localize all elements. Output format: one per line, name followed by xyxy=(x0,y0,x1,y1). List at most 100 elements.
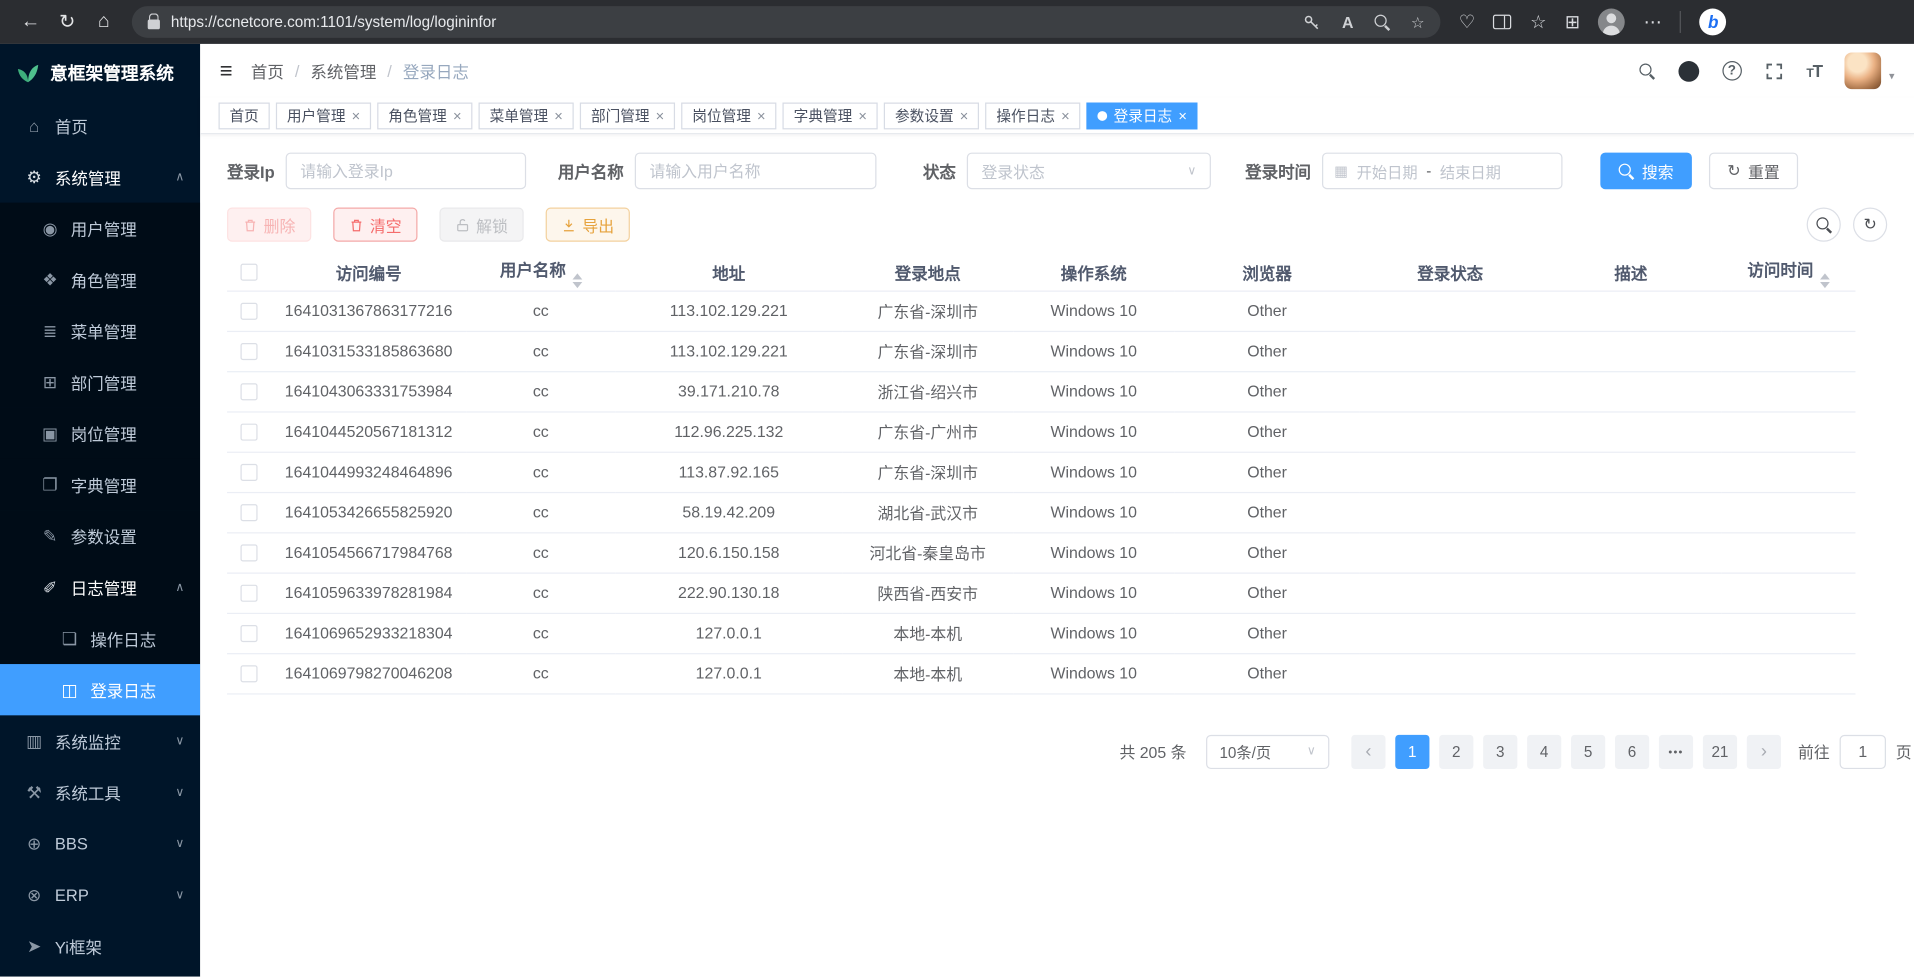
password-key-icon[interactable] xyxy=(1303,13,1321,31)
user-avatar[interactable] xyxy=(1845,52,1882,89)
table-row[interactable]: 1641031533185863680cc113.102.129.221广东省-… xyxy=(227,331,1855,371)
col-username[interactable]: 用户名称 xyxy=(466,254,615,291)
sidebar-item-bbs[interactable]: ⊕BBS∨ xyxy=(0,818,200,869)
search-icon[interactable] xyxy=(1639,63,1655,79)
page-size-select[interactable]: 10条/页 ∨ xyxy=(1206,734,1329,768)
table-row[interactable]: 1641054566717984768cc120.6.150.158河北省-秦皇… xyxy=(227,532,1855,572)
more-menu-icon[interactable]: ⋯ xyxy=(1644,11,1662,33)
github-icon[interactable] xyxy=(1678,60,1699,81)
close-icon[interactable]: × xyxy=(757,108,766,123)
sort-carets-icon[interactable] xyxy=(1819,273,1829,288)
tab-user-mgmt[interactable]: 用户管理× xyxy=(276,102,371,129)
date-range-picker[interactable]: ▦ 开始日期 - 结束日期 xyxy=(1322,153,1562,190)
row-checkbox[interactable] xyxy=(240,424,257,441)
font-size-icon[interactable]: TT xyxy=(1806,61,1821,81)
row-checkbox[interactable] xyxy=(240,384,257,401)
tab-param-settings[interactable]: 参数设置× xyxy=(884,102,979,129)
next-page-button[interactable]: › xyxy=(1747,734,1781,768)
table-row[interactable]: 1641031367863177216cc113.102.129.221广东省-… xyxy=(227,291,1855,331)
favorites-icon[interactable]: ☆ xyxy=(1530,11,1546,33)
close-icon[interactable]: × xyxy=(1061,108,1070,123)
tab-role-mgmt[interactable]: 角色管理× xyxy=(377,102,472,129)
more-pages-button[interactable]: ••• xyxy=(1659,734,1693,768)
username-input[interactable] xyxy=(635,153,877,190)
sidebar-item-home[interactable]: ⌂首页 xyxy=(0,100,200,151)
row-checkbox[interactable] xyxy=(240,343,257,360)
reset-button[interactable]: ↻重置 xyxy=(1709,153,1798,190)
avatar-caret-icon[interactable]: ▾ xyxy=(1889,70,1895,83)
close-icon[interactable]: × xyxy=(352,108,361,123)
table-row[interactable]: 1641053426655825920cc58.19.42.209湖北省-武汉市… xyxy=(227,492,1855,532)
tab-menu-mgmt[interactable]: 菜单管理× xyxy=(479,102,574,129)
sidebar-item-system-tools[interactable]: ⚒系统工具∨ xyxy=(0,767,200,818)
status-select[interactable]: 登录状态 ∨ xyxy=(967,153,1211,190)
tab-dict-mgmt[interactable]: 字典管理× xyxy=(783,102,878,129)
page-button-4[interactable]: 4 xyxy=(1527,734,1561,768)
page-button-21[interactable]: 21 xyxy=(1703,734,1737,768)
profile-avatar[interactable] xyxy=(1598,9,1625,36)
home-icon[interactable]: ⌂ xyxy=(85,5,122,39)
tab-operation-log[interactable]: 操作日志× xyxy=(985,102,1080,129)
page-button-3[interactable]: 3 xyxy=(1483,734,1517,768)
table-row[interactable]: 1641069798270046208cc127.0.0.1本地-本机Windo… xyxy=(227,653,1855,693)
sort-carets-icon[interactable] xyxy=(572,273,582,288)
table-row[interactable]: 1641069652933218304cc127.0.0.1本地-本机Windo… xyxy=(227,613,1855,653)
url-text[interactable]: https://ccnetcore.com:1101/system/log/lo… xyxy=(171,13,496,30)
sidebar-item-login-log[interactable]: ◫登录日志 xyxy=(0,664,200,715)
page-button-6[interactable]: 6 xyxy=(1615,734,1649,768)
breadcrumb-system-mgmt[interactable]: 系统管理 xyxy=(310,59,376,83)
export-button[interactable]: 导出 xyxy=(546,208,630,242)
sidebar-item-log-mgmt[interactable]: ✐日志管理∧ xyxy=(0,562,200,613)
row-checkbox[interactable] xyxy=(240,625,257,642)
prev-page-button[interactable]: ‹ xyxy=(1351,734,1385,768)
sidebar-item-yi-framework[interactable]: ➤Yi框架 xyxy=(0,920,200,971)
close-icon[interactable]: × xyxy=(554,108,563,123)
sidebar-item-dict-mgmt[interactable]: ❐字典管理 xyxy=(0,459,200,510)
row-checkbox[interactable] xyxy=(240,504,257,521)
row-checkbox[interactable] xyxy=(240,464,257,481)
page-button-2[interactable]: 2 xyxy=(1439,734,1473,768)
collections-icon[interactable]: ⊞ xyxy=(1565,11,1580,33)
tab-dept-mgmt[interactable]: 部门管理× xyxy=(580,102,675,129)
delete-button[interactable]: 删除 xyxy=(227,208,311,242)
sidebar-item-param-settings[interactable]: ✎参数设置 xyxy=(0,510,200,561)
close-icon[interactable]: × xyxy=(1178,108,1187,123)
close-icon[interactable]: × xyxy=(858,108,867,123)
row-checkbox[interactable] xyxy=(240,585,257,602)
table-row[interactable]: 1641059633978281984cc222.90.130.18陕西省-西安… xyxy=(227,573,1855,613)
refresh-table-button[interactable]: ↻ xyxy=(1853,208,1887,242)
close-icon[interactable]: × xyxy=(453,108,462,123)
app-logo[interactable]: 意框架管理系统 xyxy=(0,44,200,100)
select-all-checkbox[interactable] xyxy=(240,264,257,281)
unlock-button[interactable]: 解锁 xyxy=(439,208,523,242)
sidebar-item-post-mgmt[interactable]: ▣岗位管理 xyxy=(0,408,200,459)
breadcrumb-home[interactable]: 首页 xyxy=(251,59,284,83)
tab-post-mgmt[interactable]: 岗位管理× xyxy=(681,102,776,129)
fullscreen-icon[interactable] xyxy=(1765,62,1783,80)
sidebar-item-role-mgmt[interactable]: ❖角色管理 xyxy=(0,254,200,305)
address-bar[interactable]: https://ccnetcore.com:1101/system/log/lo… xyxy=(132,6,1441,38)
table-row[interactable]: 1641043063331753984cc39.171.210.78浙江省-绍兴… xyxy=(227,371,1855,411)
sidebar-item-dept-mgmt[interactable]: ⊞部门管理 xyxy=(0,356,200,407)
clear-button[interactable]: 清空 xyxy=(333,208,417,242)
toggle-search-button[interactable] xyxy=(1807,208,1841,242)
row-checkbox[interactable] xyxy=(240,666,257,683)
reload-icon[interactable]: ↻ xyxy=(49,5,86,39)
sidebar-item-erp[interactable]: ⊗ERP∨ xyxy=(0,869,200,920)
tab-home[interactable]: 首页 xyxy=(219,102,270,129)
help-icon[interactable]: ? xyxy=(1722,61,1742,81)
login-ip-input[interactable] xyxy=(286,153,526,190)
row-checkbox[interactable] xyxy=(240,545,257,562)
sidebar-item-system-mgmt[interactable]: ⚙系统管理∧ xyxy=(0,151,200,202)
table-row[interactable]: 1641044520567181312cc112.96.225.132广东省-广… xyxy=(227,411,1855,451)
page-button-1[interactable]: 1 xyxy=(1395,734,1429,768)
goto-page-input[interactable] xyxy=(1840,734,1886,768)
split-screen-icon[interactable] xyxy=(1493,15,1511,30)
close-icon[interactable]: × xyxy=(656,108,665,123)
col-access-time[interactable]: 访问时间 xyxy=(1721,254,1855,291)
copilot-icon[interactable]: b xyxy=(1700,9,1727,36)
read-aloud-icon[interactable]: A xyxy=(1342,13,1353,31)
sidebar-item-user-mgmt[interactable]: ◉用户管理 xyxy=(0,203,200,254)
row-checkbox[interactable] xyxy=(240,303,257,320)
zoom-icon[interactable] xyxy=(1374,14,1390,30)
